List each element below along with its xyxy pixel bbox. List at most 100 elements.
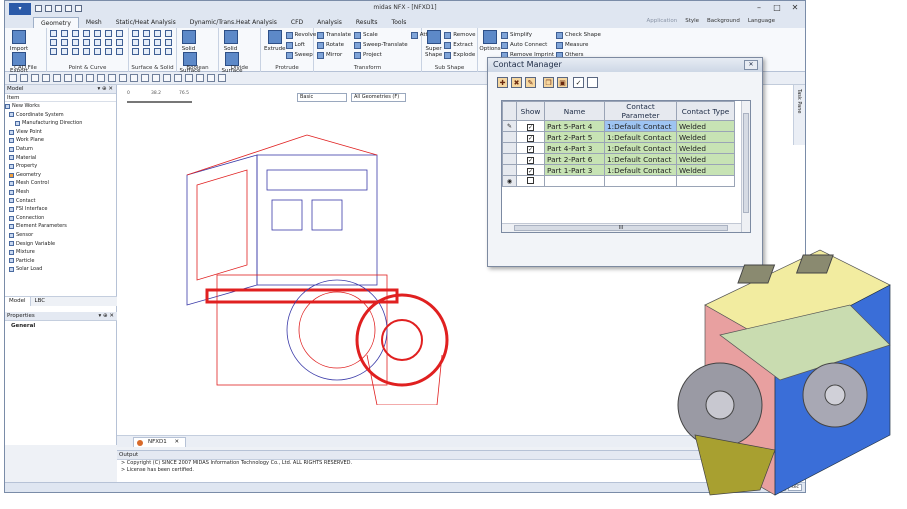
maximize-icon[interactable]: □: [769, 2, 785, 13]
style-menu[interactable]: Style: [685, 18, 699, 24]
tree-item-material[interactable]: Material: [5, 154, 116, 163]
column-header-name[interactable]: Name: [544, 101, 605, 121]
uncheck-all-icon[interactable]: [587, 77, 598, 88]
pin-icon[interactable]: ▾ ⊕ ✕: [99, 312, 114, 321]
zoom-window-icon[interactable]: [31, 74, 39, 82]
contact-name[interactable]: Part 1-Part 3: [544, 164, 605, 176]
fill-icon[interactable]: [154, 48, 161, 55]
line-icon[interactable]: [61, 30, 68, 37]
pan-icon[interactable]: [64, 74, 72, 82]
tab-tools[interactable]: Tools: [385, 17, 414, 28]
tree-item-sensor[interactable]: Sensor: [5, 231, 116, 240]
contact-name[interactable]: Part 2-Part 6: [544, 153, 605, 165]
spline-icon[interactable]: [116, 30, 123, 37]
tree-item-element-parameters[interactable]: Element Parameters: [5, 222, 116, 231]
tree-item-new-works[interactable]: New Works: [5, 102, 116, 111]
project-button[interactable]: Project: [353, 50, 408, 60]
loft-button[interactable]: Loft: [285, 40, 317, 50]
tree-item-view-point[interactable]: View Point: [5, 128, 116, 137]
trim-icon[interactable]: [83, 39, 90, 46]
box-icon[interactable]: [132, 30, 139, 37]
show-all-icon[interactable]: [163, 74, 171, 82]
contact-parameter[interactable]: 1:Default Contact: [604, 153, 677, 165]
show-checkbox[interactable]: [516, 175, 545, 187]
zoom-in-icon[interactable]: [42, 74, 50, 82]
tree-item-property[interactable]: Property: [5, 162, 116, 171]
split-icon[interactable]: [105, 39, 112, 46]
measure-button[interactable]: Measure: [555, 40, 601, 50]
column-header-show[interactable]: Show: [516, 101, 545, 121]
contact-type[interactable]: Welded: [676, 131, 735, 143]
table-row[interactable]: ✎ ✓ Part 5-Part 4 1:Default Contact Weld…: [502, 120, 735, 132]
contact-name[interactable]: Part 5-Part 4: [544, 120, 605, 132]
geometry-filter-select[interactable]: All Geometries (F): [351, 93, 406, 102]
contact-type[interactable]: Welded: [676, 142, 735, 154]
tree-item-particle[interactable]: Particle: [5, 257, 116, 266]
revolve-button[interactable]: Revolve: [285, 30, 316, 40]
tab-model[interactable]: Model: [5, 297, 31, 306]
polygon-icon[interactable]: [61, 48, 68, 55]
table-row[interactable]: ✓ Part 2-Part 6 1:Default Contact Welded: [502, 153, 735, 165]
tree-item-work-plane[interactable]: Work Plane: [5, 136, 116, 145]
snap-icon[interactable]: [185, 74, 193, 82]
surface-icon[interactable]: [165, 48, 172, 55]
close-icon[interactable]: ✕: [175, 439, 180, 445]
merge-icon[interactable]: [94, 48, 101, 55]
shaded-icon[interactable]: [141, 74, 149, 82]
contact-name[interactable]: Part 4-Part 3: [544, 142, 605, 154]
front-view-icon[interactable]: [97, 74, 105, 82]
close-icon[interactable]: ✕: [744, 60, 758, 70]
task-pane-tab[interactable]: Task Pane: [793, 85, 805, 145]
show-checkbox[interactable]: ✓: [516, 131, 545, 143]
sphere-icon[interactable]: [165, 30, 172, 37]
explode-button[interactable]: Explode: [444, 50, 475, 60]
modify-contact-icon[interactable]: ✎: [525, 77, 536, 88]
shell-icon[interactable]: [132, 48, 139, 55]
contact-parameter[interactable]: 1:Default Contact: [604, 142, 677, 154]
grid-icon[interactable]: [174, 74, 182, 82]
select-icon[interactable]: [9, 74, 17, 82]
display-mode-select[interactable]: Basic: [297, 93, 347, 102]
sweep-translate-button[interactable]: Sweep-Translate: [353, 40, 408, 50]
copy-contact-icon[interactable]: ❐: [543, 77, 554, 88]
column-header-parameter[interactable]: Contact Parameter: [604, 101, 677, 121]
tree-item-solar-load[interactable]: Solar Load: [5, 265, 116, 274]
check-all-icon[interactable]: ✓: [573, 77, 584, 88]
face-icon[interactable]: [154, 39, 161, 46]
contact-name[interactable]: Part 2-Part 5: [544, 131, 605, 143]
import-button[interactable]: Import: [8, 30, 30, 52]
pin-icon[interactable]: ▾ ⊕ ✕: [98, 85, 113, 94]
torus-icon[interactable]: [132, 39, 139, 46]
extend-icon[interactable]: [94, 39, 101, 46]
offset-icon[interactable]: [50, 39, 57, 46]
rotate-button[interactable]: Rotate: [317, 40, 351, 50]
contact-type[interactable]: Welded: [676, 120, 735, 132]
tab-results[interactable]: Results: [349, 17, 385, 28]
minimize-icon[interactable]: –: [751, 2, 767, 13]
extract-button[interactable]: Extract: [444, 40, 475, 50]
tree-item-fsi-interface[interactable]: FSI Interface: [5, 205, 116, 214]
column-header-type[interactable]: Contact Type: [676, 101, 735, 121]
table-row[interactable]: ✓ Part 2-Part 5 1:Default Contact Welded: [502, 131, 735, 143]
delete-contact-icon[interactable]: ✖: [511, 77, 522, 88]
contact-parameter[interactable]: 1:Default Contact: [604, 120, 677, 132]
sweep-button[interactable]: Sweep: [285, 50, 317, 60]
circle-icon[interactable]: [94, 30, 101, 37]
divide-curve-icon[interactable]: [105, 48, 112, 55]
top-view-icon[interactable]: [108, 74, 116, 82]
contact-type[interactable]: Welded: [676, 153, 735, 165]
ellipse-icon[interactable]: [50, 48, 57, 55]
tab-geometry[interactable]: Geometry: [33, 17, 79, 28]
scale-button[interactable]: Scale: [353, 30, 408, 40]
tab-lbc[interactable]: LBC: [31, 297, 50, 306]
table-row[interactable]: ✓ Part 4-Part 3 1:Default Contact Welded: [502, 142, 735, 154]
zoom-out-icon[interactable]: [53, 74, 61, 82]
show-checkbox[interactable]: ✓: [516, 142, 545, 154]
intersect-icon[interactable]: [116, 39, 123, 46]
tree-item-coordinate-system[interactable]: Coordinate System: [5, 111, 116, 120]
auto-connect-button[interactable]: Auto Connect: [501, 40, 554, 50]
wireframe-icon[interactable]: [130, 74, 138, 82]
tree-item-mixture[interactable]: Mixture: [5, 248, 116, 257]
background-menu[interactable]: Background: [707, 18, 740, 24]
translate-button[interactable]: Translate: [317, 30, 351, 40]
